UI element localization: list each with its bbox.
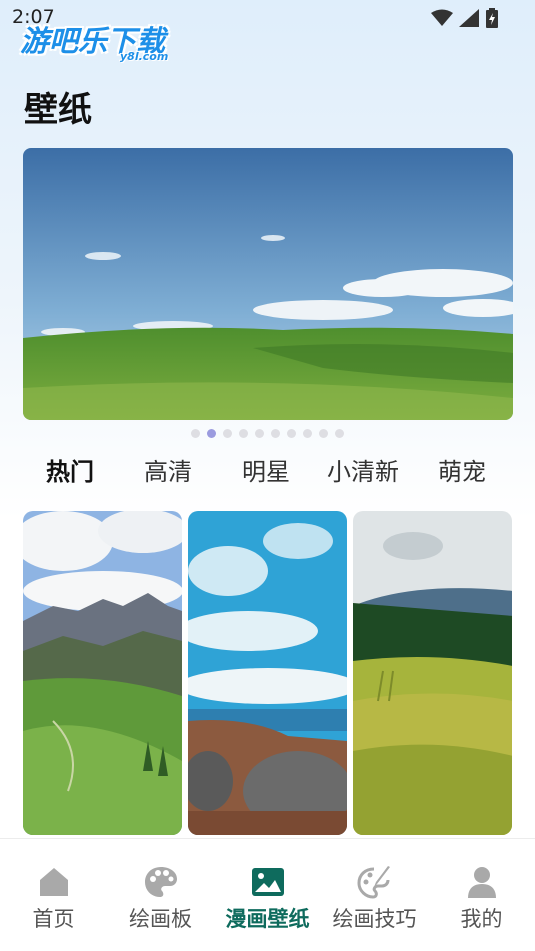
home-icon [39,868,68,896]
nav-item-home[interactable]: 首页 [0,839,107,951]
palette-icon [144,867,177,897]
battery-icon [486,8,498,28]
nav-label-profile: 我的 [460,907,503,931]
mountain-wallpaper-image [23,511,182,835]
watermark-url: y8l.com [120,50,169,63]
category-tabs: 热门 高清 明星 小清新 萌宠 [0,452,535,492]
brush-palette-icon [356,866,390,899]
wallpaper-card-field[interactable] [353,511,512,835]
carousel-dot[interactable] [303,429,312,438]
nav-label-drawing-tips: 绘画技巧 [332,907,417,931]
bottom-nav: 首页 绘画板 漫画壁纸 绘画技巧 我的 [0,838,535,951]
wallpaper-card-mountain[interactable] [23,511,182,835]
wallpaper-grid [23,511,513,835]
nav-label-home: 首页 [32,907,75,931]
watermark-logo: 游吧乐下载 y8l.com [20,18,190,66]
carousel-dot[interactable] [255,429,264,438]
carousel-dot[interactable] [271,429,280,438]
nav-item-drawing-board[interactable]: 绘画板 [107,839,214,951]
nav-label-comic-wallpaper: 漫画壁纸 [225,907,310,931]
image-icon [251,868,284,896]
carousel-dot[interactable] [191,429,200,438]
page-title: 壁纸 [24,90,92,130]
nav-item-comic-wallpaper[interactable]: 漫画壁纸 [214,839,321,951]
carousel-dot[interactable] [223,429,232,438]
carousel-dot[interactable] [207,429,216,438]
carousel-dot[interactable] [239,429,248,438]
category-tab[interactable]: 高清 [144,452,192,487]
field-wallpaper-image [353,511,512,835]
carousel-dot[interactable] [287,429,296,438]
status-icons [431,8,499,28]
nav-item-drawing-tips[interactable]: 绘画技巧 [321,839,428,951]
category-tab[interactable]: 明星 [242,452,290,487]
person-icon [467,867,496,898]
coast-wallpaper-image [188,511,347,835]
banner-carousel[interactable] [23,148,513,420]
banner-image [23,148,513,420]
nav-label-drawing-board: 绘画板 [129,907,192,931]
category-tab[interactable]: 热门 [46,452,94,487]
nav-item-profile[interactable]: 我的 [428,839,535,951]
wifi-icon [431,9,453,26]
category-tab[interactable]: 小清新 [327,452,399,487]
category-tab[interactable]: 萌宠 [438,452,486,487]
carousel-dot[interactable] [319,429,328,438]
carousel-dot[interactable] [335,429,344,438]
signal-icon [459,9,479,27]
wallpaper-card-coast[interactable] [188,511,347,835]
carousel-dots [0,429,535,438]
